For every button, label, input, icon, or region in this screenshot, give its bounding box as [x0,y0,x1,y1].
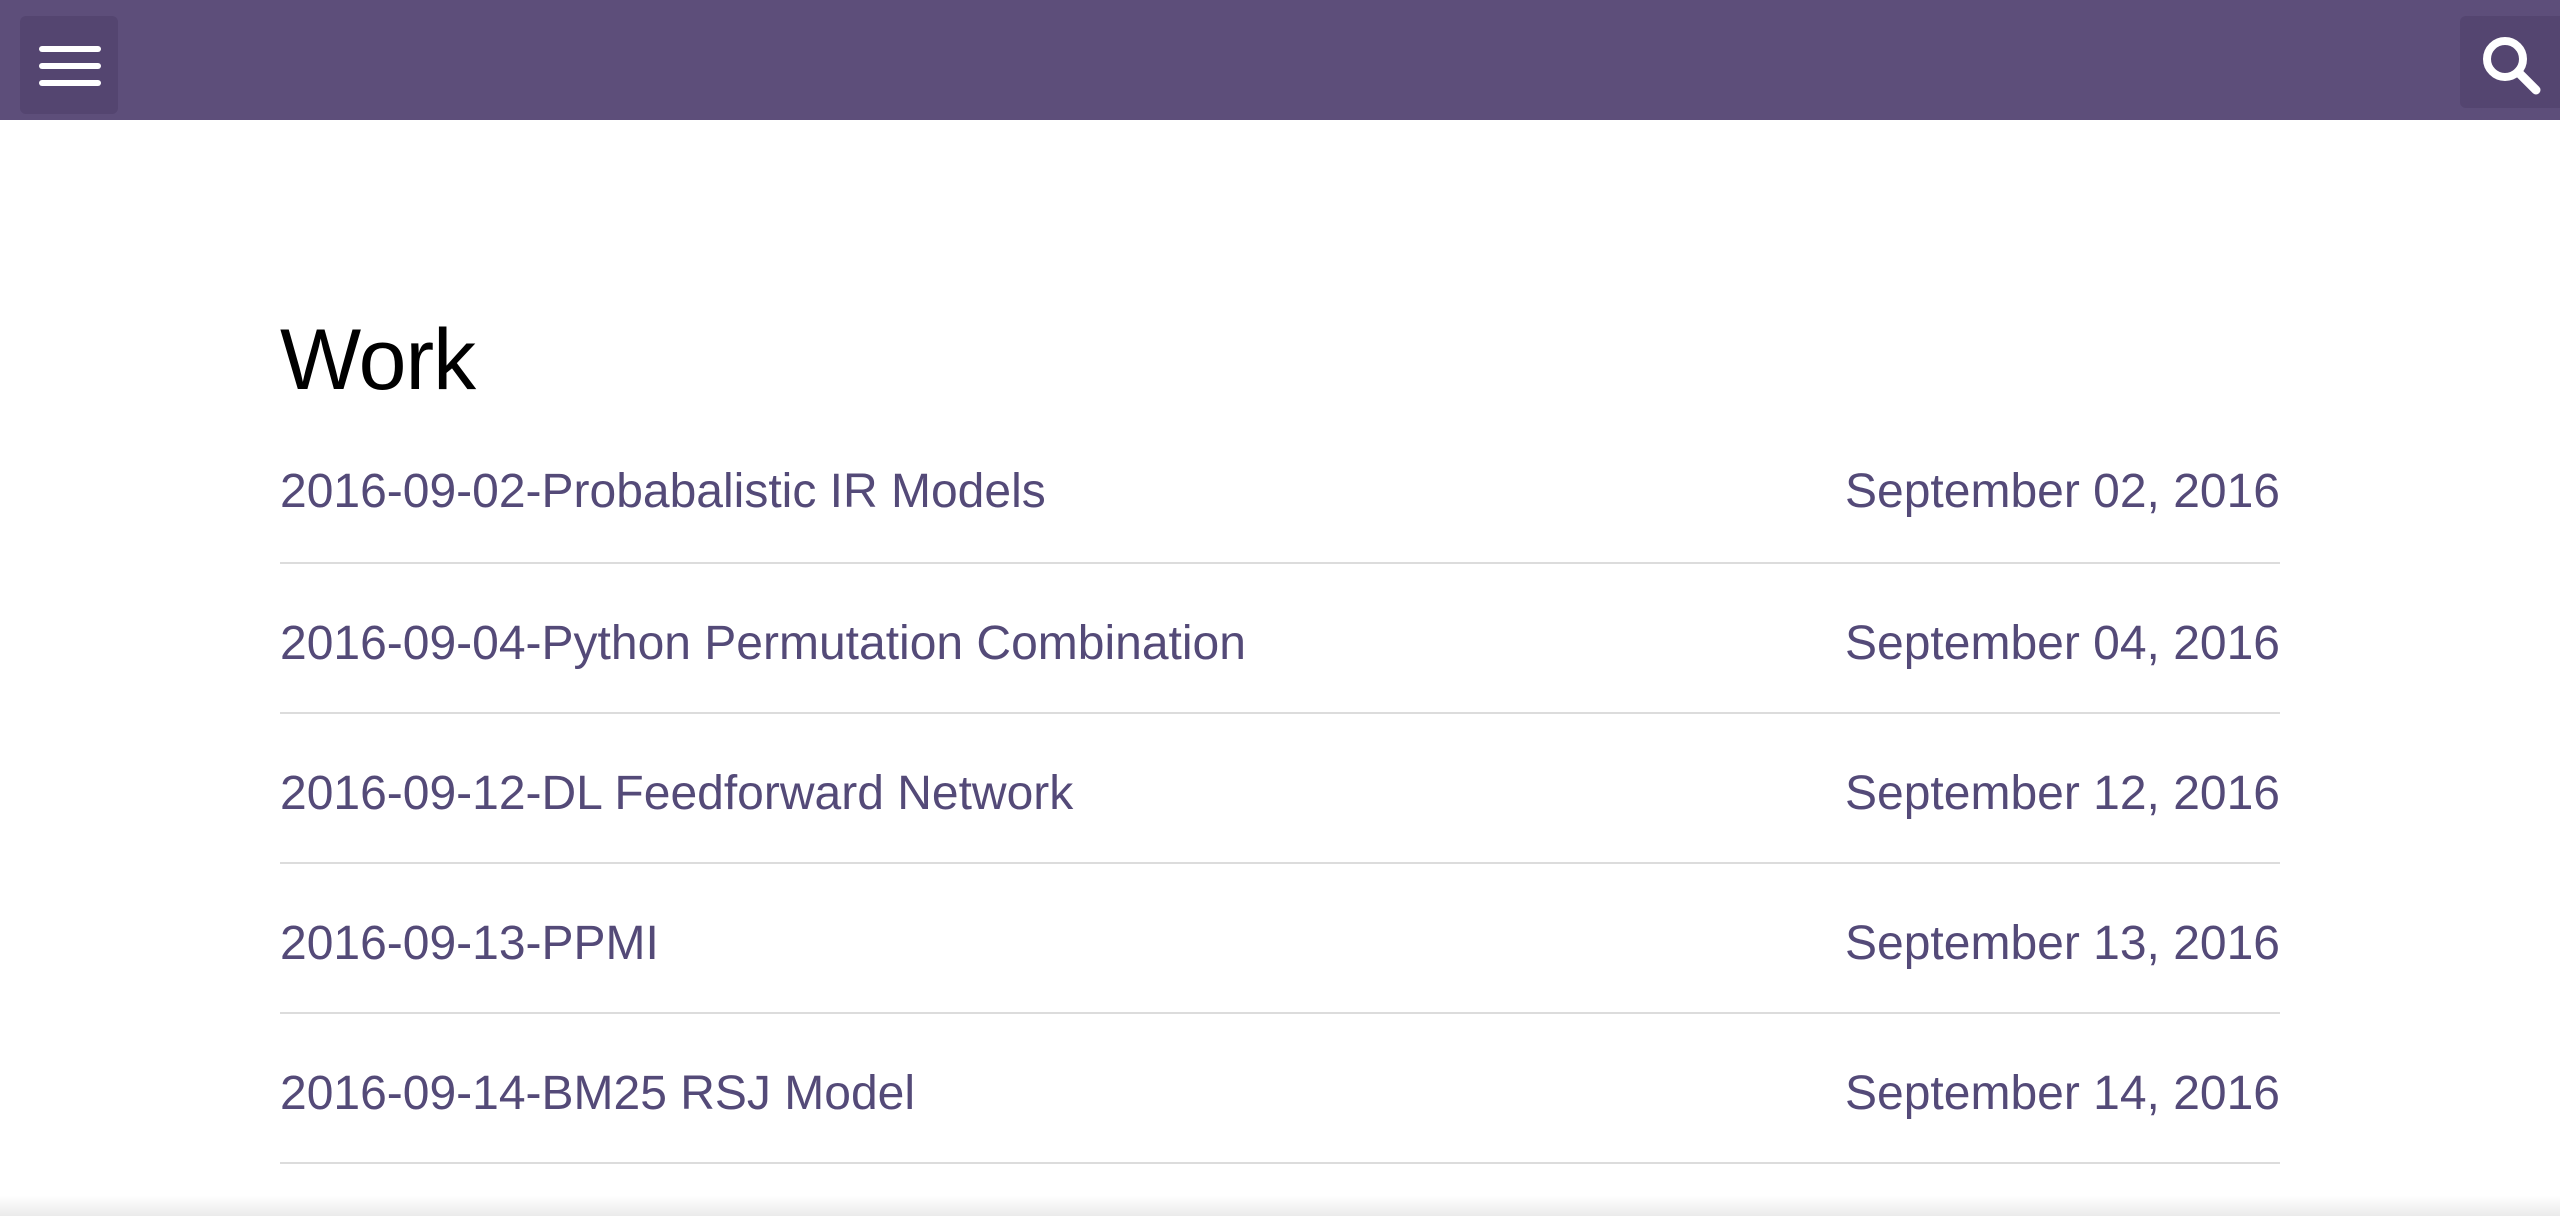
post-list-item: 2016-09-13-PPMI September 13, 2016 [280,864,2280,1014]
post-list-item: 2016-09-02-Probabalistic IR Models Septe… [280,420,2280,564]
main-content: Work 2016-09-02-Probabalistic IR Models … [280,300,2280,1164]
post-link[interactable]: 2016-09-04-Python Permutation Combinatio… [280,616,1246,671]
post-link[interactable]: 2016-09-02-Probabalistic IR Models [280,464,1046,519]
post-link[interactable]: 2016-09-13-PPMI [280,916,659,971]
top-navigation-bar [0,0,2560,120]
post-date: September 04, 2016 [1845,616,2280,670]
post-list-item: 2016-09-14-BM25 RSJ Model September 14, … [280,1014,2280,1164]
post-date: September 02, 2016 [1845,464,2280,518]
post-link[interactable]: 2016-09-12-DL Feedforward Network [280,766,1073,821]
hamburger-menu-icon [39,46,101,52]
bottom-shadow [0,1196,2560,1216]
post-date: September 14, 2016 [1845,1066,2280,1120]
hamburger-menu-icon-bar [39,80,101,86]
post-date: September 12, 2016 [1845,766,2280,820]
search-button[interactable] [2460,16,2560,108]
menu-button[interactable] [20,16,118,114]
post-date: September 13, 2016 [1845,916,2280,970]
post-list-item: 2016-09-04-Python Permutation Combinatio… [280,564,2280,714]
post-list-item: 2016-09-12-DL Feedforward Network Septem… [280,714,2280,864]
search-icon [2483,37,2541,95]
hamburger-menu-icon-bar [39,63,101,69]
post-list: 2016-09-02-Probabalistic IR Models Septe… [280,420,2280,1164]
post-link[interactable]: 2016-09-14-BM25 RSJ Model [280,1066,915,1121]
page-title: Work [280,312,476,408]
